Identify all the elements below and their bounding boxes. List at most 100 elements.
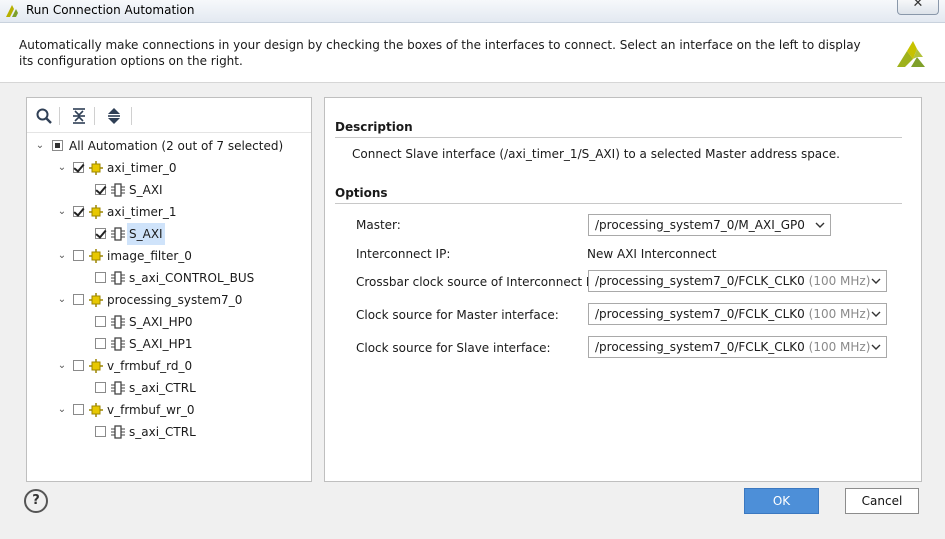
ip-block-icon (89, 161, 103, 175)
tree-item-interface[interactable]: s_axi_CTRL (27, 421, 311, 443)
ip-block-icon (89, 249, 103, 263)
ip-checkbox[interactable] (73, 162, 84, 173)
crossbar-clock-value: /processing_system7_0/FCLK_CLK0 (595, 274, 805, 288)
master-clock-label: Clock source for Master interface: (356, 308, 559, 322)
interconnect-value: New AXI Interconnect (587, 247, 717, 261)
tree-item-label: s_axi_CTRL (129, 425, 196, 439)
close-button[interactable]: ✕ (897, 0, 939, 15)
chevron-down-icon[interactable]: ⌄ (56, 201, 68, 223)
tree-root-label: All Automation (2 out of 7 selected) (69, 139, 284, 153)
interface-checkbox[interactable] (95, 316, 106, 327)
slave-clock-frequency: (100 MHz) (808, 340, 871, 354)
tree-item-axi-timer-1[interactable]: ⌄ axi_timer_1 (27, 201, 311, 223)
bus-interface-icon (111, 337, 125, 351)
ip-checkbox[interactable] (73, 294, 84, 305)
collapse-all-icon[interactable] (70, 107, 88, 125)
toolbar-divider (131, 107, 132, 125)
interface-checkbox[interactable] (95, 382, 106, 393)
ip-checkbox[interactable] (73, 250, 84, 261)
interface-checkbox[interactable] (95, 184, 106, 195)
toolbar-divider (59, 107, 60, 125)
expand-all-icon[interactable] (105, 107, 123, 125)
tree-item-interface[interactable]: S_AXI (27, 179, 311, 201)
tree-item-label: axi_timer_0 (107, 161, 177, 175)
ip-checkbox[interactable] (73, 360, 84, 371)
slave-clock-value: /processing_system7_0/FCLK_CLK0 (595, 340, 805, 354)
crossbar-clock-frequency: (100 MHz) (808, 274, 871, 288)
slave-clock-select[interactable]: /processing_system7_0/FCLK_CLK0 (100 MHz… (588, 336, 887, 358)
bus-interface-icon (111, 381, 125, 395)
ip-checkbox[interactable] (73, 206, 84, 217)
ip-checkbox[interactable] (73, 404, 84, 415)
help-icon: ? (32, 493, 40, 508)
interface-checkbox[interactable] (95, 272, 106, 283)
interface-checkbox[interactable] (95, 228, 106, 239)
close-icon: ✕ (912, 0, 924, 11)
title-bar: Run Connection Automation ✕ (0, 0, 945, 23)
tree-item-v-frmbuf-wr-0[interactable]: ⌄ v_frmbuf_wr_0 (27, 399, 311, 421)
master-clock-value: /processing_system7_0/FCLK_CLK0 (595, 307, 805, 321)
xilinx-logo-icon (897, 41, 925, 67)
section-divider (335, 137, 902, 138)
chevron-down-icon (871, 311, 881, 317)
tree-item-label: v_frmbuf_wr_0 (107, 403, 195, 417)
bus-interface-icon (111, 271, 125, 285)
ip-block-icon (89, 403, 103, 417)
tree-item-label: S_AXI (129, 183, 163, 197)
description-text: Connect Slave interface (/axi_timer_1/S_… (352, 147, 840, 161)
cancel-button[interactable]: Cancel (845, 488, 919, 514)
dialog-header: Automatically make connections in your d… (0, 23, 945, 83)
interface-checkbox[interactable] (95, 426, 106, 437)
tree-item-processing-system7-0[interactable]: ⌄ processing_system7_0 (27, 289, 311, 311)
ip-block-icon (89, 359, 103, 373)
chevron-down-icon[interactable]: ⌄ (56, 289, 68, 311)
tree-item-label: S_AXI_HP1 (129, 337, 193, 351)
tree-item-axi-timer-0[interactable]: ⌄ axi_timer_0 (27, 157, 311, 179)
ip-block-icon (89, 205, 103, 219)
tree-root-all-automation[interactable]: ⌄ All Automation (2 out of 7 selected) (27, 135, 311, 157)
chevron-down-icon[interactable]: ⌄ (56, 157, 68, 179)
tree-item-label: v_frmbuf_rd_0 (107, 359, 193, 373)
tree-item-interface[interactable]: S_AXI_HP0 (27, 311, 311, 333)
master-select[interactable]: /processing_system7_0/M_AXI_GP0 (588, 214, 831, 236)
tree-item-image-filter-0[interactable]: ⌄ image_filter_0 (27, 245, 311, 267)
crossbar-clock-select[interactable]: /processing_system7_0/FCLK_CLK0 (100 MHz… (588, 270, 887, 292)
chevron-down-icon[interactable]: ⌄ (56, 399, 68, 421)
master-clock-select[interactable]: /processing_system7_0/FCLK_CLK0 (100 MHz… (588, 303, 887, 325)
chevron-down-icon[interactable]: ⌄ (56, 245, 68, 267)
tree-item-label: s_axi_CTRL (129, 381, 196, 395)
chevron-down-icon (815, 222, 825, 228)
description-heading: Description (335, 120, 413, 134)
crossbar-clock-label: Crossbar clock source of Interconnect IP… (356, 275, 601, 289)
master-label: Master: (356, 218, 401, 232)
tree-item-label: axi_timer_1 (107, 205, 177, 219)
tree-item-interface[interactable]: S_AXI_HP1 (27, 333, 311, 355)
chevron-down-icon[interactable]: ⌄ (56, 355, 68, 377)
tree-item-interface[interactable]: s_axi_CTRL (27, 377, 311, 399)
section-divider (335, 203, 902, 204)
help-button[interactable]: ? (24, 489, 48, 513)
chevron-down-icon[interactable]: ⌄ (34, 135, 46, 157)
tree-item-label: image_filter_0 (107, 249, 192, 263)
search-icon[interactable] (35, 107, 53, 125)
interface-checkbox[interactable] (95, 338, 106, 349)
vivado-app-icon (6, 5, 18, 17)
interconnect-label: Interconnect IP: (356, 247, 451, 261)
tree-item-interface-selected[interactable]: S_AXI (27, 223, 311, 245)
automation-tree-panel: ⌄ All Automation (2 out of 7 selected) ⌄… (26, 97, 312, 482)
configuration-panel: Description Connect Slave interface (/ax… (324, 97, 922, 482)
ip-block-icon (89, 293, 103, 307)
tree-item-label: S_AXI (127, 223, 165, 245)
tree-item-label: processing_system7_0 (107, 293, 243, 307)
chevron-down-icon (871, 344, 881, 350)
tree-item-label: S_AXI_HP0 (129, 315, 193, 329)
tree-item-v-frmbuf-rd-0[interactable]: ⌄ v_frmbuf_rd_0 (27, 355, 311, 377)
window-title: Run Connection Automation (26, 3, 195, 17)
root-checkbox[interactable] (52, 140, 63, 151)
bus-interface-icon (111, 425, 125, 439)
ok-button[interactable]: OK (744, 488, 819, 514)
tree-item-interface[interactable]: s_axi_CONTROL_BUS (27, 267, 311, 289)
chevron-down-icon (871, 278, 881, 284)
toolbar-divider (94, 107, 95, 125)
tree-toolbar (27, 98, 311, 133)
